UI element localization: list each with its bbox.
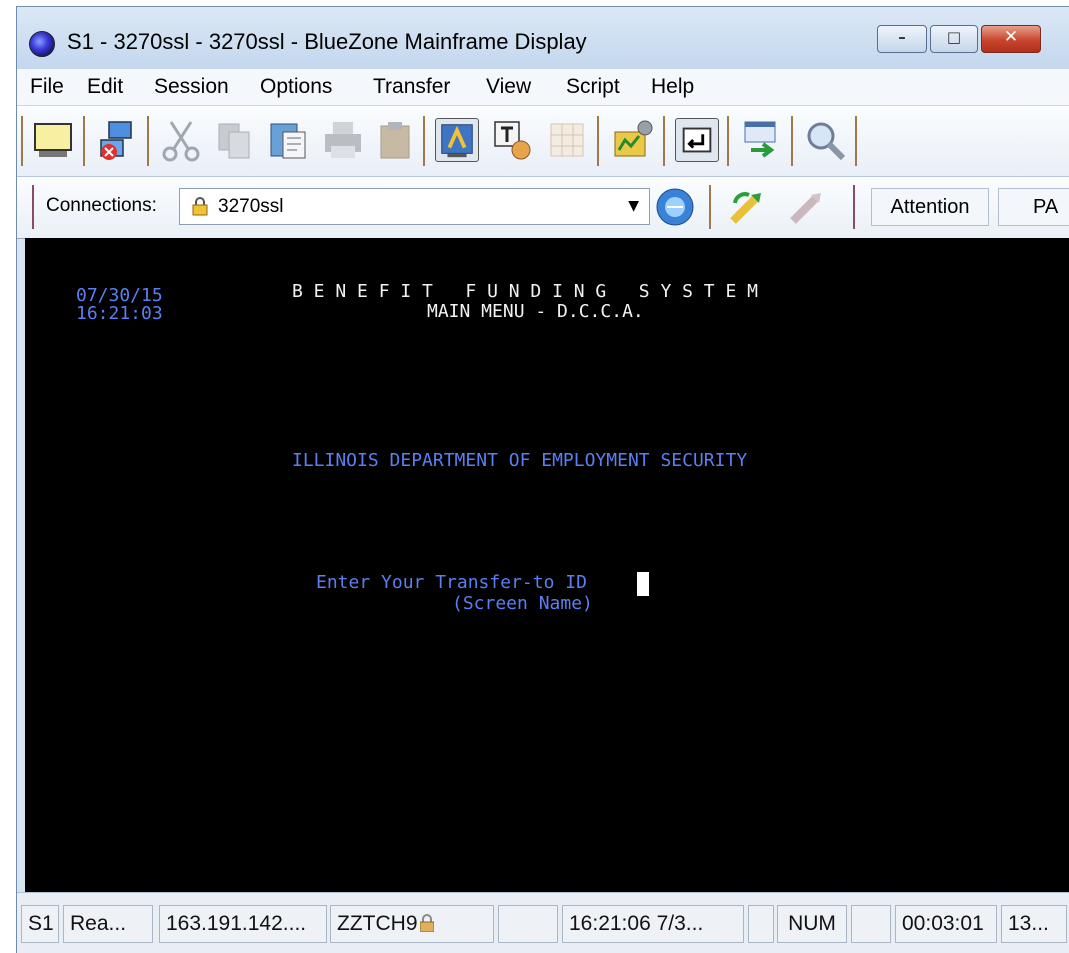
- disconnect-icon[interactable]: [97, 118, 141, 162]
- main-menu-title: MAIN MENU - D.C.C.A.: [427, 301, 644, 322]
- connections-label: Connections:: [46, 195, 157, 216]
- toolbar-separator: [147, 116, 149, 166]
- toolbar-separator: [83, 116, 85, 166]
- connect-session-icon[interactable]: [435, 118, 479, 162]
- menu-session[interactable]: Session: [154, 75, 229, 99]
- lock-icon: [419, 914, 434, 933]
- status-clock: 16:21:06 7/3...: [562, 905, 744, 943]
- menu-transfer[interactable]: Transfer: [373, 75, 450, 99]
- toolbar-separator: [597, 116, 599, 166]
- department-name: ILLINOIS DEPARTMENT OF EMPLOYMENT SECURI…: [292, 450, 748, 471]
- menu-script[interactable]: Script: [566, 75, 620, 99]
- menu-view[interactable]: View: [486, 75, 531, 99]
- connect-icon[interactable]: [725, 185, 769, 229]
- status-extra: 13...: [1001, 905, 1067, 943]
- status-session: S1: [21, 905, 59, 943]
- status-blank: [748, 905, 774, 943]
- window-title: S1 - 3270ssl - 3270ssl - BlueZone Mainfr…: [67, 29, 587, 54]
- toolbar-separator: [663, 116, 665, 166]
- connections-toolbar: Connections: 3270ssl ▼ Attention PA: [17, 177, 1069, 239]
- grid-icon[interactable]: [545, 118, 589, 162]
- toolbar-separator: [423, 116, 425, 166]
- app-window: S1 - 3270ssl - 3270ssl - BlueZone Mainfr…: [16, 6, 1069, 953]
- transfer-icon[interactable]: [739, 118, 783, 162]
- toolbar-separator: [709, 185, 711, 229]
- clipboard-icon[interactable]: [373, 118, 417, 162]
- macro-icon[interactable]: [611, 118, 655, 162]
- terminal-cursor[interactable]: [637, 572, 649, 596]
- display-icon[interactable]: [31, 118, 75, 162]
- status-lu-text: ZZTCH9: [337, 912, 418, 935]
- disconnect-session-icon[interactable]: [785, 185, 829, 229]
- minimize-icon: –: [898, 28, 906, 46]
- web-connect-icon[interactable]: [653, 185, 697, 229]
- terminal-screen[interactable]: 07/30/15 16:21:03 B E N E F I T F U N D …: [25, 238, 1069, 892]
- minimize-button[interactable]: –: [877, 25, 927, 53]
- menu-bar: File Edit Session Options Transfer View …: [17, 69, 1069, 106]
- status-lu: ZZTCH9: [330, 905, 494, 943]
- close-button[interactable]: ✕: [981, 25, 1041, 53]
- maximize-icon: □: [946, 28, 962, 46]
- status-blank: [498, 905, 558, 943]
- status-blank: [851, 905, 891, 943]
- find-icon[interactable]: [803, 118, 847, 162]
- toolbar-separator: [791, 116, 793, 166]
- menu-options[interactable]: Options: [260, 75, 332, 99]
- toolbar-separator: [853, 185, 855, 229]
- menu-help[interactable]: Help: [651, 75, 694, 99]
- enter-key-icon[interactable]: [675, 118, 719, 162]
- transfer-id-hint: (Screen Name): [452, 593, 593, 614]
- toolbar-separator: [855, 116, 857, 166]
- bluezone-app-icon[interactable]: [29, 31, 55, 57]
- pa-button[interactable]: PA: [998, 188, 1069, 226]
- status-state: Rea...: [63, 905, 153, 943]
- text-font-icon[interactable]: [491, 118, 535, 162]
- print-icon[interactable]: [321, 118, 365, 162]
- toolbar-separator: [727, 116, 729, 166]
- chevron-down-icon[interactable]: ▼: [628, 198, 639, 214]
- menu-file[interactable]: File: [30, 75, 64, 99]
- status-num: NUM: [777, 905, 847, 943]
- system-title: B E N E F I T F U N D I N G S Y S T E M: [292, 281, 758, 302]
- toolbar-separator: [21, 116, 23, 166]
- close-icon: ✕: [1003, 27, 1019, 47]
- main-toolbar: [17, 106, 1069, 177]
- copy-icon[interactable]: [213, 118, 257, 162]
- terminal-time: 16:21:03: [76, 303, 163, 324]
- transfer-id-prompt: Enter Your Transfer-to ID: [316, 572, 587, 593]
- status-elapsed: 00:03:01: [895, 905, 997, 943]
- attention-button[interactable]: Attention: [871, 188, 989, 226]
- status-host: 163.191.142....: [159, 905, 327, 943]
- connections-dropdown[interactable]: 3270ssl ▼: [179, 188, 650, 225]
- paste-special-icon[interactable]: [267, 118, 311, 162]
- menu-edit[interactable]: Edit: [87, 75, 123, 99]
- toolbar-separator: [32, 185, 34, 229]
- connections-selected-value: 3270ssl: [218, 196, 284, 217]
- lock-icon: [192, 197, 208, 216]
- status-bar: S1 Rea... 163.191.142.... ZZTCH9 16:21:0…: [17, 892, 1069, 953]
- maximize-button[interactable]: □: [930, 25, 978, 53]
- cut-icon[interactable]: [159, 118, 203, 162]
- title-bar[interactable]: S1 - 3270ssl - 3270ssl - BlueZone Mainfr…: [17, 7, 1069, 69]
